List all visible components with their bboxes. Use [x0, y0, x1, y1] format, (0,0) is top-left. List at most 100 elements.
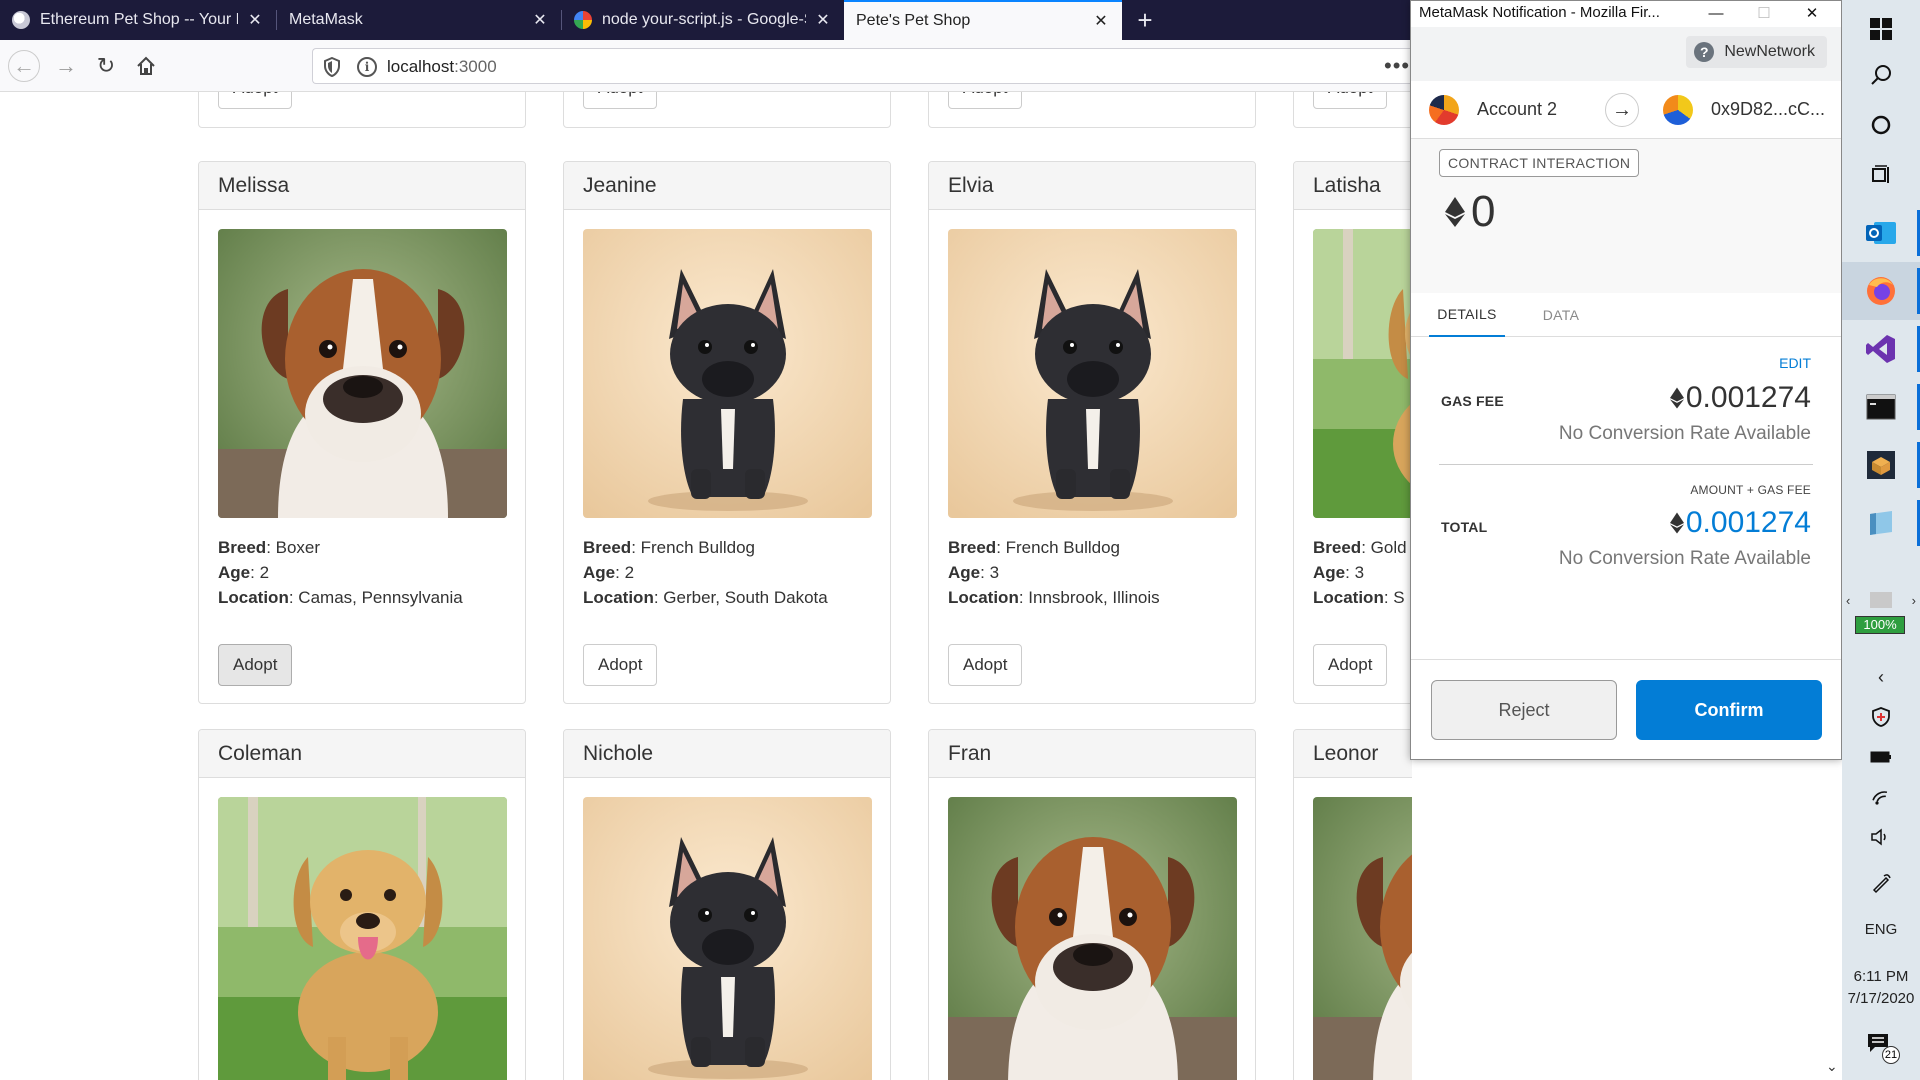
conversion-note: No Conversion Rate Available	[1558, 423, 1811, 444]
tab-ethereum-pet-shop[interactable]: Ethereum Pet Shop -- Your First ✕	[0, 0, 276, 40]
task-view-button[interactable]	[1842, 146, 1920, 204]
chevron-right-icon[interactable]: ›	[1912, 593, 1916, 608]
adopt-button[interactable]: Adopt	[583, 92, 658, 109]
transaction-summary: CONTRACT INTERACTION 0	[1411, 139, 1841, 293]
info-icon[interactable]: i	[357, 57, 377, 77]
chevron-down-icon[interactable]: ⌄	[1826, 1058, 1838, 1075]
pet-name: Melissa	[199, 162, 525, 210]
reject-button[interactable]: Reject	[1431, 680, 1617, 740]
pet-age: 3	[1354, 563, 1365, 582]
new-tab-button[interactable]: +	[1132, 0, 1158, 40]
taskbar-scroller[interactable]: ‹ ›	[1842, 590, 1920, 610]
close-icon: ✕	[1805, 5, 1819, 22]
volume-tray[interactable]	[1842, 818, 1920, 856]
pet-shop-favicon-icon	[12, 11, 30, 29]
package-app[interactable]	[1842, 436, 1920, 494]
pet-age: 3	[989, 563, 1000, 582]
arrow-left-icon: ←	[13, 53, 35, 78]
close-icon[interactable]: ✕	[246, 11, 264, 29]
home-button[interactable]	[130, 50, 162, 82]
clock-date: 7/17/2020	[1847, 990, 1915, 1007]
minimize-button[interactable]: —	[1693, 1, 1739, 25]
pet-panel-fran: Fran	[928, 729, 1256, 1080]
close-icon[interactable]: ✕	[1092, 12, 1110, 30]
network-name: NewNetwork	[1724, 43, 1815, 60]
tab-google-search[interactable]: node your-script.js - Google-Sı ✕	[562, 0, 844, 40]
app-window[interactable]	[1842, 494, 1920, 552]
visual-studio-app[interactable]	[1842, 320, 1920, 378]
pet-age: 2	[624, 563, 635, 582]
scroll-thumb[interactable]	[1870, 592, 1892, 608]
pet-breed: Boxer	[275, 538, 321, 557]
pet-breed: French Bulldog	[640, 538, 755, 557]
adopt-button[interactable]: Adopt	[948, 644, 1023, 686]
terminal-icon	[1866, 394, 1896, 420]
pet-photo-boxer	[1313, 797, 1412, 1080]
close-icon[interactable]: ✕	[531, 11, 549, 29]
adopt-button[interactable]: Adopt	[948, 92, 1023, 109]
battery-indicator[interactable]: 100%	[1855, 616, 1905, 634]
maximize-button[interactable]: ☐	[1741, 1, 1787, 25]
tab-petes-pet-shop[interactable]: Pete's Pet Shop ✕	[844, 0, 1122, 40]
recipient-address[interactable]: 0x9D82...cC...	[1711, 99, 1825, 120]
adopt-button[interactable]: Adopt	[218, 644, 293, 686]
window-close-button[interactable]: ✕	[1789, 1, 1835, 25]
transaction-tabs: DETAILS DATA	[1411, 293, 1841, 337]
chevron-left-icon[interactable]: ‹	[1846, 593, 1850, 608]
chevron-left-icon: ‹	[1878, 666, 1884, 687]
shield-icon[interactable]	[323, 57, 341, 77]
breed-label: Breed	[1313, 538, 1362, 557]
pet-details: Breed: French Bulldog Age: 2 Location: G…	[583, 538, 828, 607]
ethereum-icon	[1669, 387, 1684, 409]
pen-tray[interactable]	[1842, 864, 1920, 902]
from-account-name[interactable]: Account 2	[1477, 99, 1557, 120]
gas-fee-label: GAS FEE	[1441, 393, 1504, 409]
location-label: Location	[1313, 588, 1384, 607]
windows-taskbar: ‹ › 100% ‹ ENG 6:11 PM 7/17/2020 21	[1842, 0, 1920, 1080]
tab-label: node your-script.js - Google-Sı	[602, 11, 806, 28]
pet-location: Innsbrook, Illinois	[1028, 588, 1160, 607]
gas-fee-value: 0.001274	[1669, 381, 1811, 415]
location-label: Location	[948, 588, 1019, 607]
show-hidden-icons-button[interactable]: ‹	[1842, 658, 1920, 696]
forward-button[interactable]: →	[50, 50, 82, 82]
firefox-app[interactable]	[1842, 262, 1920, 320]
reload-button[interactable]: ↻	[90, 50, 122, 82]
language-indicator[interactable]: ENG	[1842, 910, 1920, 948]
pet-panel: Adopt	[198, 92, 526, 128]
pet-details: Breed: Gold Age: 3 Location: S	[1313, 538, 1407, 607]
window-title-bar[interactable]: MetaMask Notification - Mozilla Fir... —…	[1411, 1, 1841, 27]
confirm-button[interactable]: Confirm	[1636, 680, 1822, 740]
pet-location: Camas, Pennsylvania	[298, 588, 463, 607]
adopt-button[interactable]: Adopt	[583, 644, 658, 686]
page-actions-menu-icon[interactable]: •••	[1384, 53, 1412, 81]
adopt-button[interactable]: Adopt	[218, 92, 293, 109]
adopt-button[interactable]: Adopt	[1313, 644, 1388, 686]
pet-photo-french-bulldog	[583, 229, 872, 518]
url-port: :3000	[454, 57, 497, 76]
pet-panel-coleman: Coleman	[198, 729, 526, 1080]
close-icon[interactable]: ✕	[814, 11, 832, 29]
url-host: localhost	[387, 57, 455, 76]
tab-metamask[interactable]: MetaMask ✕	[277, 0, 561, 40]
pet-panel-melissa: Melissa Breed: Boxer Age: 2 Location: Ca…	[198, 161, 526, 704]
tab-data[interactable]: DATA	[1531, 293, 1591, 337]
url-text[interactable]: localhost:3000	[387, 57, 497, 77]
edit-link[interactable]: EDIT	[1779, 355, 1811, 371]
terminal-app[interactable]	[1842, 378, 1920, 436]
battery-tray[interactable]	[1842, 738, 1920, 776]
url-bar[interactable]: i localhost:3000 •••	[312, 48, 1412, 84]
wifi-tray[interactable]	[1842, 778, 1920, 816]
outlook-app[interactable]	[1842, 204, 1920, 262]
adopt-button[interactable]: Adopt	[1313, 92, 1388, 109]
pet-breed: Gold	[1370, 538, 1407, 557]
tab-details[interactable]: DETAILS	[1429, 293, 1505, 337]
system-clock[interactable]: 6:11 PM 7/17/2020	[1842, 966, 1920, 1010]
amount-value: 0	[1471, 187, 1496, 236]
back-button[interactable]: ←	[8, 50, 40, 82]
pet-location: Gerber, South Dakota	[663, 588, 828, 607]
breed-label: Breed	[583, 538, 632, 557]
action-center-button[interactable]: 21	[1866, 1032, 1900, 1064]
network-selector[interactable]: ? NewNetwork	[1686, 36, 1827, 68]
security-tray[interactable]	[1842, 698, 1920, 736]
